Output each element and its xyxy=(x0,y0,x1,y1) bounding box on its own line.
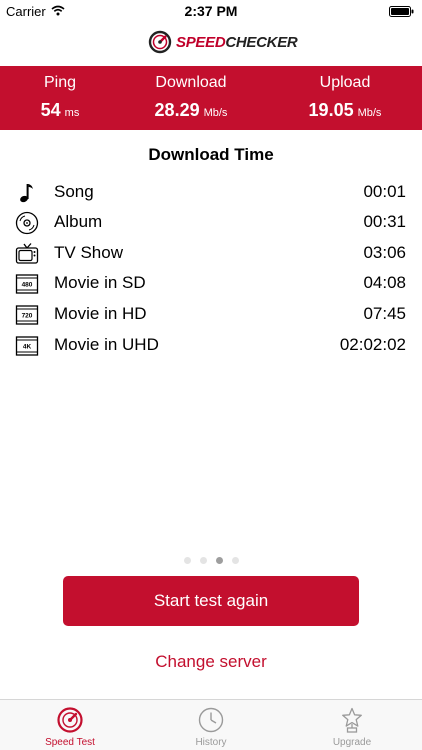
ping-value: 54 xyxy=(40,100,61,120)
download-row-movie-uhd: 4K Movie in UHD 02:02:02 xyxy=(0,331,422,361)
download-row-album: Album 00:31 xyxy=(0,208,422,238)
download-unit: Mb/s xyxy=(203,107,228,119)
upload-value-group: 19.05 Mb/s xyxy=(288,100,402,121)
film-4k-icon: 4K xyxy=(15,336,39,356)
film-480-icon: 480 xyxy=(15,274,39,294)
row-time: 07:45 xyxy=(363,304,406,323)
row-label: Movie in HD xyxy=(54,304,147,323)
ping-value-group: 54 ms xyxy=(20,100,100,121)
upload-unit: Mb/s xyxy=(357,107,382,119)
download-row-tv-show: TV Show 03:06 xyxy=(0,239,422,269)
row-label: Movie in SD xyxy=(54,273,146,292)
upload-value: 19.05 xyxy=(308,100,354,120)
tab-bar: Speed Test History Upgrade xyxy=(0,699,422,750)
tab-label: Speed Test xyxy=(45,737,95,748)
star-trophy-icon xyxy=(342,707,362,733)
disc-icon xyxy=(15,211,39,235)
download-row-movie-hd: 720 Movie in HD 07:45 xyxy=(0,300,422,330)
speedometer-icon xyxy=(57,707,83,733)
ping-stat: Ping 54 ms xyxy=(20,66,100,130)
download-stat: Download 28.29 Mb/s xyxy=(126,66,256,130)
download-row-movie-sd: 480 Movie in SD 04:08 xyxy=(0,269,422,299)
page-dot-active[interactable] xyxy=(216,557,223,564)
download-row-song: Song 00:01 xyxy=(0,178,422,208)
row-label: Movie in UHD xyxy=(54,335,159,354)
change-server-link[interactable]: Change server xyxy=(0,652,422,672)
row-time: 04:08 xyxy=(363,273,406,292)
results-bar: Ping 54 ms Download 28.29 Mb/s Upload 19.0… xyxy=(0,66,422,130)
row-label: Album xyxy=(54,212,103,231)
row-time: 02:02:02 xyxy=(339,335,406,354)
row-label: TV Show xyxy=(54,243,123,262)
row-time: 00:01 xyxy=(363,182,406,201)
tab-label: History xyxy=(195,737,227,748)
film-720-icon: 720 xyxy=(15,305,39,325)
upload-label: Upload xyxy=(319,74,371,91)
ping-unit: ms xyxy=(64,107,80,119)
clock-icon xyxy=(198,707,224,733)
tab-speed-test[interactable]: Speed Test xyxy=(0,700,140,750)
download-value: 28.29 xyxy=(154,100,200,120)
logo-speed-text: SPEED xyxy=(176,34,226,51)
download-time-title: Download Time xyxy=(148,145,274,164)
tab-upgrade[interactable]: Upgrade xyxy=(282,700,422,750)
logo-checker-text: CHECKER xyxy=(225,34,298,51)
film-badge-text: 720 xyxy=(22,313,33,320)
start-test-again-button[interactable]: Start test again xyxy=(63,576,359,626)
ping-label: Ping xyxy=(43,74,77,91)
speedchecker-logo: SPEEDCHECKER xyxy=(148,30,298,56)
row-time: 03:06 xyxy=(363,243,406,262)
film-badge-text: 480 xyxy=(22,282,33,289)
tv-icon xyxy=(15,243,39,264)
film-badge-text: 4K xyxy=(23,344,32,351)
tab-label: Upgrade xyxy=(332,737,372,748)
status-bar: Carrier 2:37 PM xyxy=(0,0,422,24)
gauge-logo-icon xyxy=(148,30,172,54)
upload-stat: Upload 19.05 Mb/s xyxy=(288,66,402,130)
music-note-icon xyxy=(20,184,33,203)
download-label: Download xyxy=(155,74,227,91)
page-dot[interactable] xyxy=(200,557,207,564)
status-time: 2:37 PM xyxy=(184,3,238,19)
page-dot[interactable] xyxy=(232,557,239,564)
download-value-group: 28.29 Mb/s xyxy=(126,100,256,121)
tab-history[interactable]: History xyxy=(141,700,281,750)
row-label: Song xyxy=(54,182,94,201)
row-time: 00:31 xyxy=(363,212,406,231)
battery-icon xyxy=(389,6,414,17)
logo-wordmark: SPEEDCHECKER xyxy=(176,34,298,51)
page-dot[interactable] xyxy=(184,557,191,564)
page-indicator[interactable] xyxy=(0,557,422,567)
